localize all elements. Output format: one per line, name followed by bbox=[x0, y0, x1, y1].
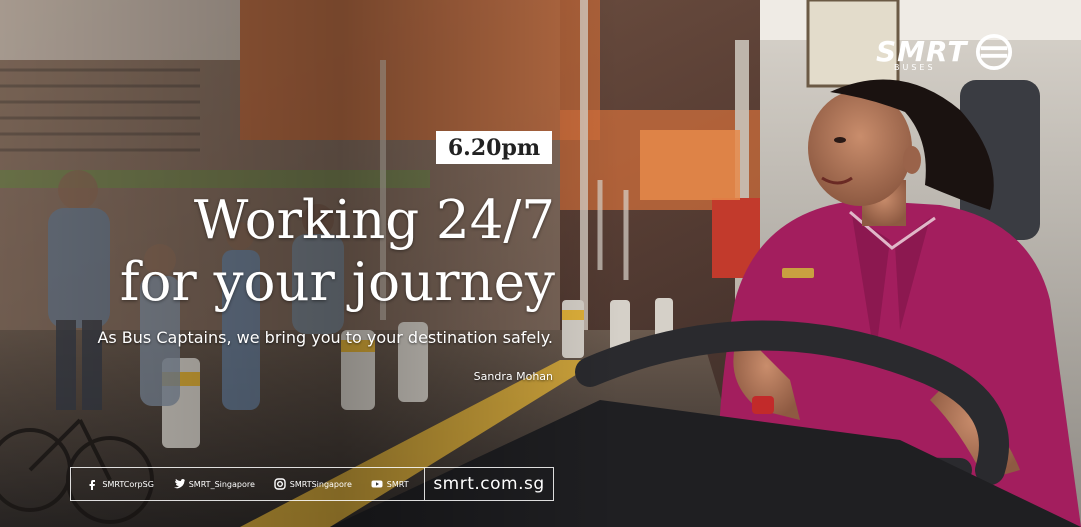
social-instagram-label: SMRTSingapore bbox=[289, 479, 352, 489]
time-badge: 6.20pm bbox=[436, 131, 552, 164]
subheadline: As Bus Captains, we bring you to your de… bbox=[97, 328, 553, 347]
social-links: SMRTCorpSG SMRT_Singapore SMRTSingapore … bbox=[71, 468, 424, 500]
smrt-logo-mark-icon bbox=[976, 33, 1013, 71]
facebook-icon bbox=[89, 480, 96, 490]
social-facebook[interactable]: SMRTCorpSG bbox=[86, 478, 154, 490]
byline-name: Sandra Mohan bbox=[473, 370, 553, 383]
social-youtube[interactable]: SMRT bbox=[371, 478, 409, 490]
website-url[interactable]: smrt.com.sg bbox=[424, 468, 553, 500]
social-facebook-label: SMRTCorpSG bbox=[102, 479, 154, 489]
social-twitter[interactable]: SMRT_Singapore bbox=[173, 478, 255, 490]
twitter-icon bbox=[173, 479, 185, 489]
logo-subtext: BUSES bbox=[894, 63, 936, 72]
headline: Working 24/7 for your journey bbox=[120, 190, 555, 314]
smrt-buses-logo: SMRT BUSES bbox=[876, 30, 1040, 74]
poster: SMRT BUSES 6.20pm Working 24/7 for your … bbox=[0, 0, 1081, 527]
instagram-icon bbox=[274, 478, 286, 490]
headline-line-1: Working 24/7 bbox=[193, 190, 555, 251]
headline-line-2: for your journey bbox=[119, 252, 555, 313]
footer-strip: SMRTCorpSG SMRT_Singapore SMRTSingapore … bbox=[70, 467, 554, 501]
logo-wordmark: SMRT bbox=[876, 35, 968, 68]
social-instagram[interactable]: SMRTSingapore bbox=[274, 478, 352, 490]
social-twitter-label: SMRT_Singapore bbox=[188, 479, 255, 489]
youtube-icon bbox=[371, 480, 383, 488]
social-youtube-label: SMRT bbox=[386, 479, 409, 489]
